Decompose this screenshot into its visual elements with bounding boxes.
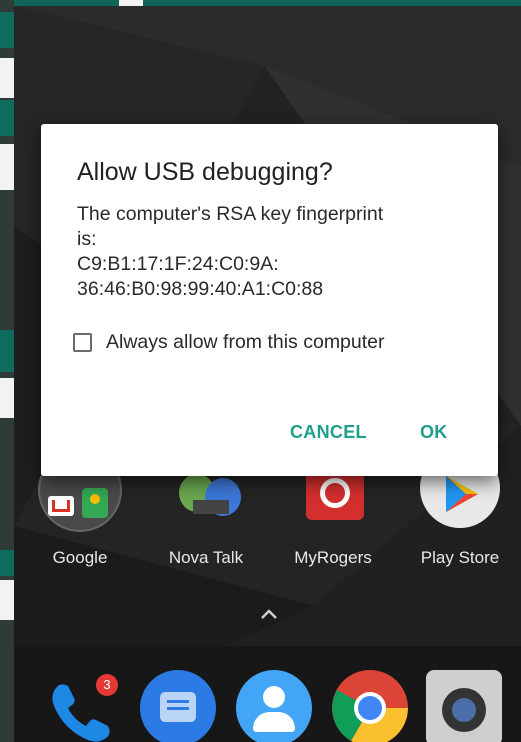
app-drawer-chevron-icon[interactable]	[259, 607, 279, 621]
dialog-title: Allow USB debugging?	[77, 158, 333, 186]
camera-icon[interactable]	[426, 670, 502, 742]
always-allow-row[interactable]: Always allow from this computer	[73, 328, 385, 356]
fingerprint-line: C9:B1:17:1F:24:C0:9A:	[77, 253, 279, 275]
message-line: is:	[77, 228, 97, 250]
always-allow-label[interactable]: Always allow from this computer	[106, 331, 385, 354]
background-window-edge	[0, 0, 14, 742]
app-label-google: Google	[52, 548, 108, 567]
cancel-button[interactable]: CANCEL	[290, 422, 367, 443]
usb-debugging-dialog: Allow USB debugging? The computer's RSA …	[41, 124, 498, 476]
message-line: The computer's RSA key fingerprint	[77, 203, 384, 225]
chrome-icon[interactable]	[332, 670, 408, 742]
notification-badge: 3	[96, 674, 118, 696]
fingerprint-line: 36:46:B0:98:99:40:A1:C0:88	[77, 278, 324, 300]
app-label-play-store: Play Store	[420, 548, 500, 567]
device-screen: Google Nova Talk MyRogers Play Store 3 A…	[0, 0, 521, 742]
app-label-myrogers: MyRogers	[294, 548, 372, 567]
contacts-icon[interactable]	[236, 670, 312, 742]
app-label-nova-talk: Nova Talk	[168, 548, 244, 567]
ok-button[interactable]: OK	[420, 422, 448, 443]
dialog-message: The computer's RSA key fingerprint is: C…	[77, 202, 477, 302]
always-allow-checkbox[interactable]	[73, 332, 92, 352]
messages-icon[interactable]	[140, 670, 216, 742]
